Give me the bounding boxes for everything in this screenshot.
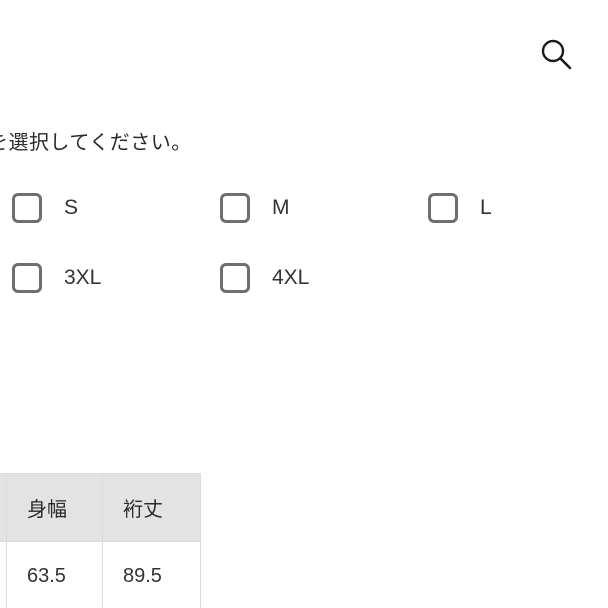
size-4xl-label: 4XL xyxy=(272,266,310,289)
size-selection-instruction: を選択してください。 xyxy=(0,130,192,154)
size-4xl-checkbox[interactable] xyxy=(220,263,250,293)
size-3xl-label: 3XL xyxy=(64,266,102,289)
search-icon xyxy=(541,39,572,70)
size-l-label: L xyxy=(480,196,492,219)
size-option-s[interactable]: S xyxy=(12,188,78,228)
size-3xl-checkbox[interactable] xyxy=(12,263,42,293)
table-row: 63.5 89.5 xyxy=(0,541,201,608)
size-option-m[interactable]: M xyxy=(220,188,290,228)
table-header-row: 身幅 裄丈 xyxy=(0,473,201,542)
size-option-3xl[interactable]: 3XL xyxy=(12,258,101,298)
size-m-checkbox[interactable] xyxy=(220,193,250,223)
table-header-sleeve-length: 裄丈 xyxy=(102,473,201,542)
search-button[interactable] xyxy=(538,36,574,72)
product-size-page: を選択してください。 S M L 3XL 4XL 身幅 裄丈 63.5 89.5 xyxy=(0,0,608,608)
table-cell-sleeve-length: 89.5 xyxy=(102,541,201,608)
size-l-checkbox[interactable] xyxy=(428,193,458,223)
size-s-checkbox[interactable] xyxy=(12,193,42,223)
size-s-label: S xyxy=(64,196,79,219)
size-chart-table: 身幅 裄丈 63.5 89.5 xyxy=(0,473,201,608)
size-option-4xl[interactable]: 4XL xyxy=(220,258,309,298)
size-m-label: M xyxy=(272,196,290,219)
table-cell-width: 63.5 xyxy=(6,541,103,608)
size-option-l[interactable]: L xyxy=(428,188,492,228)
table-header-width: 身幅 xyxy=(6,473,103,542)
